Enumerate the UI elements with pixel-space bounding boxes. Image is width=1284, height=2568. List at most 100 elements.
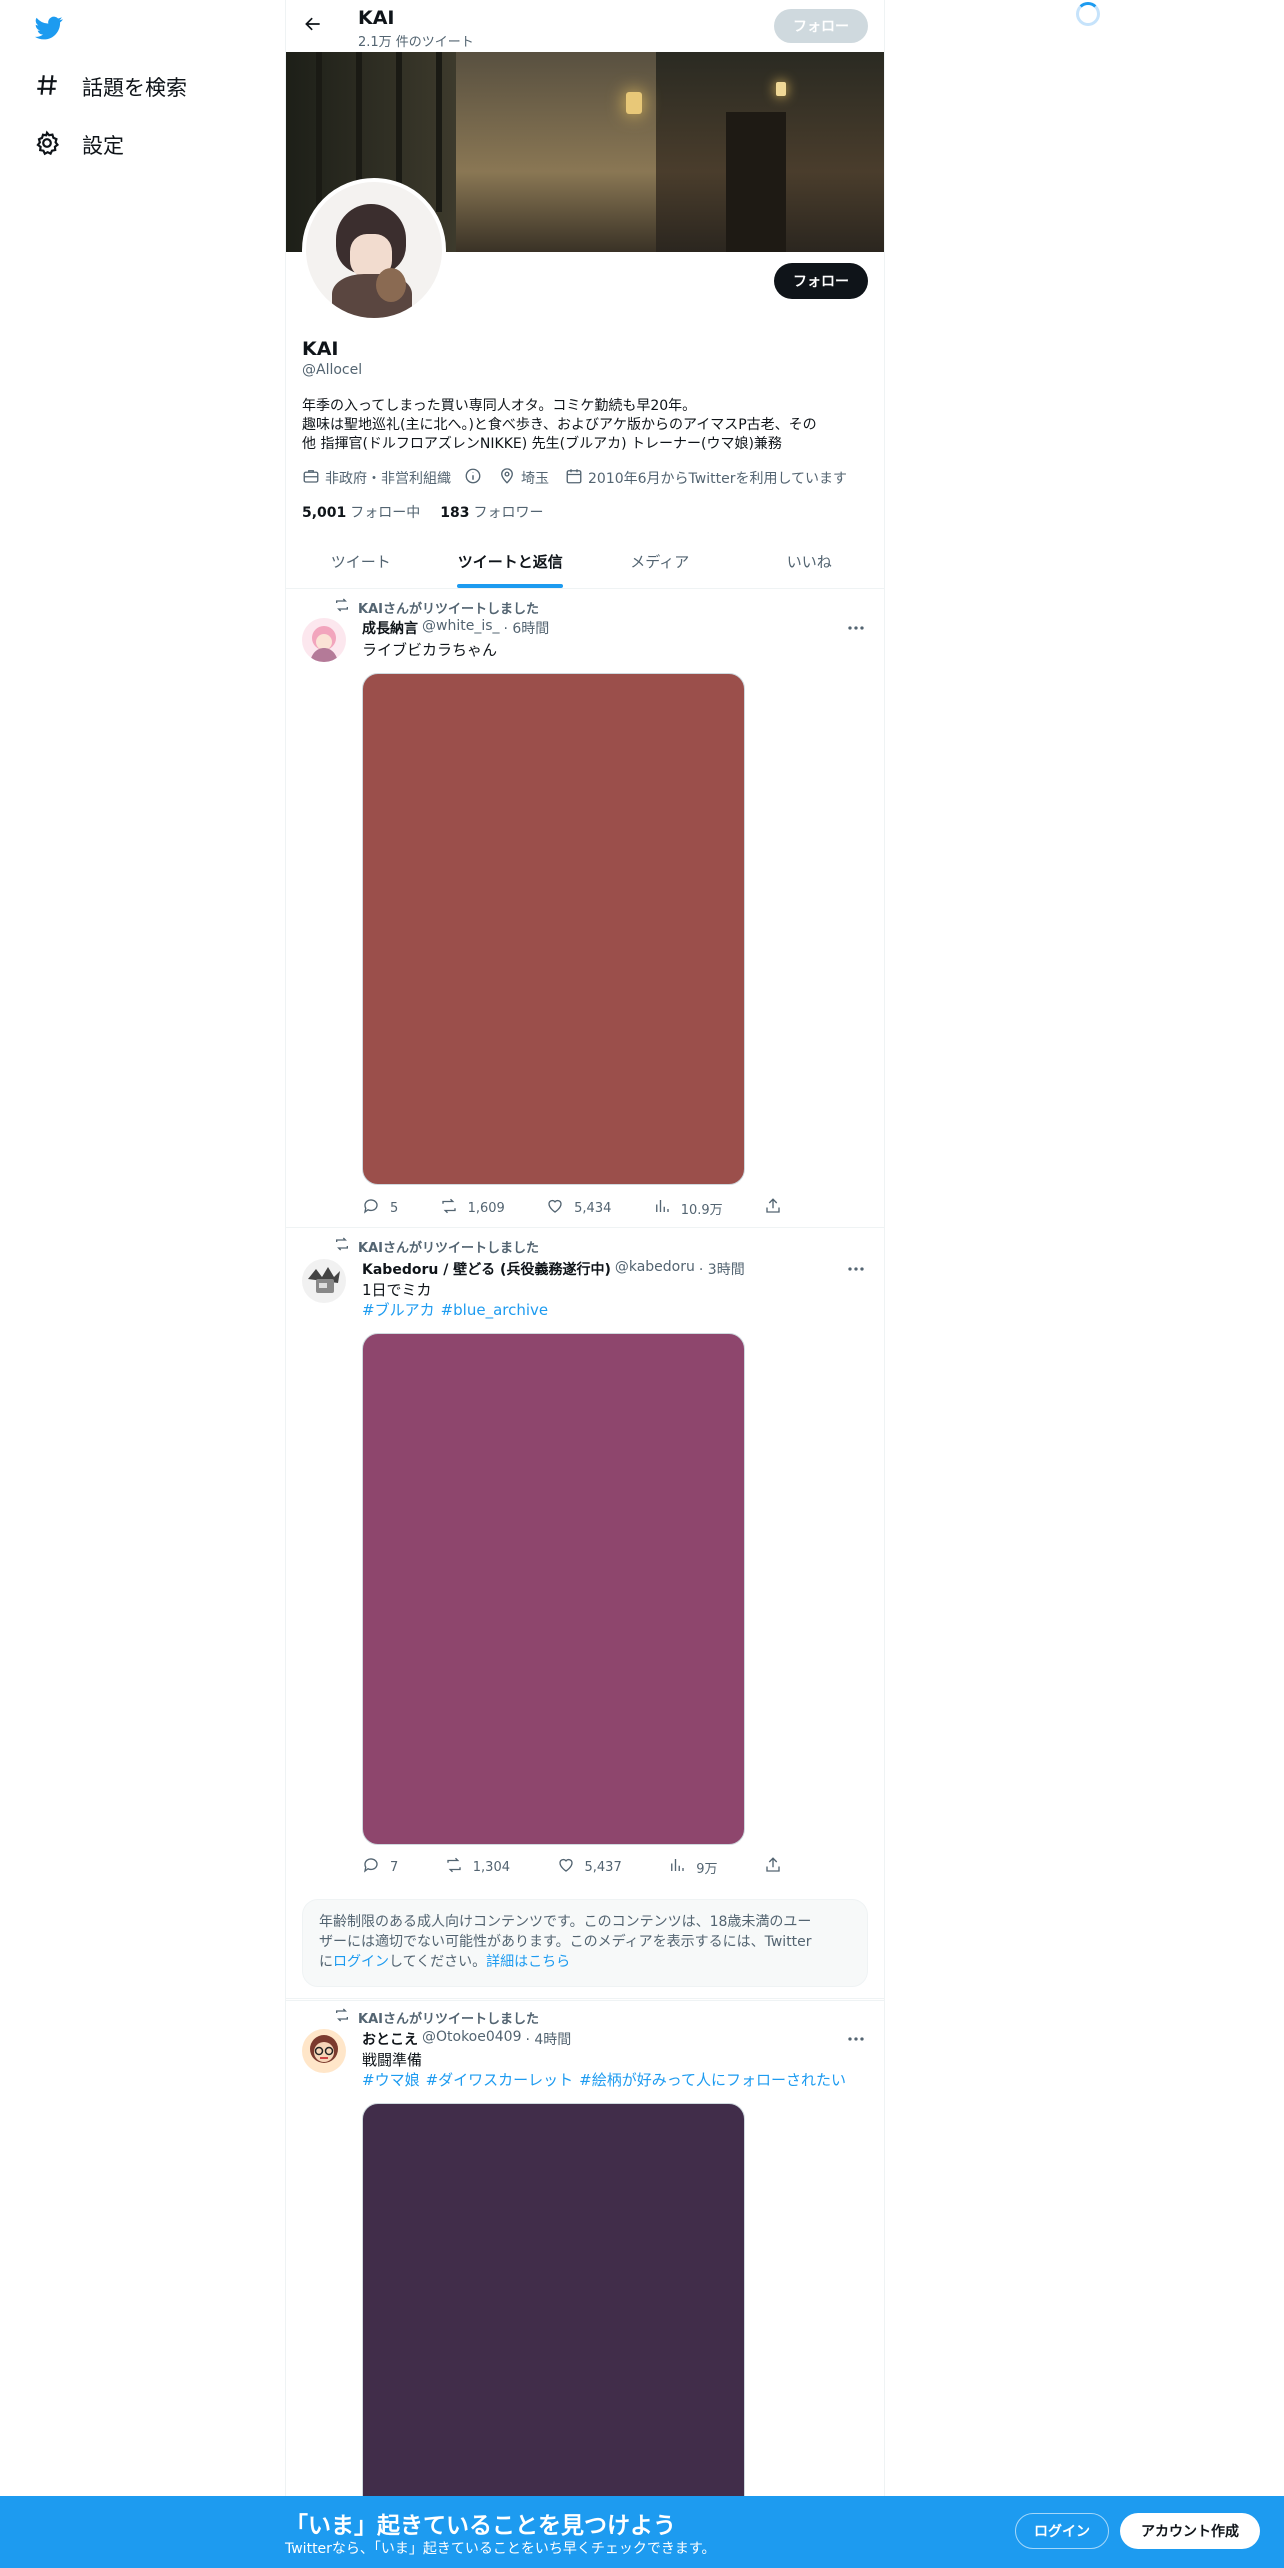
tweet-hashtags: #ブルアカ #blue_archive	[362, 1300, 548, 1320]
location-label: 埼玉	[521, 471, 549, 487]
tweet-media[interactable]	[362, 673, 745, 1185]
info-icon[interactable]	[464, 467, 482, 489]
view-count: 9万	[696, 1861, 718, 1877]
tweet[interactable]: KAIさんがリツイートしました おとこえ @Otokoe0409 · 4時間 戦…	[286, 2000, 884, 2568]
bio-line: 年季の入ってしまった買い専同人オタ。コミケ勤続も早20年。	[302, 398, 697, 414]
views-chart-icon	[668, 1856, 686, 1878]
tweet-author-handle[interactable]: @Otokoe0409	[422, 2029, 522, 2049]
like-button[interactable]: 5,437	[557, 1856, 622, 1878]
follow-button[interactable]: フォロー	[774, 263, 868, 299]
header-tweet-count: 2.1万 件のツイート	[358, 35, 474, 50]
retweet-label: KAIさんがリツイートしました	[358, 601, 539, 617]
more-options-icon[interactable]	[844, 618, 868, 638]
tweet-author-avatar[interactable]	[302, 618, 346, 662]
nav-item-label: 話題を検索	[82, 76, 187, 100]
notice-line: 年齢制限のある成人向けコンテンツです。このコンテンツは、18歳未満のユー	[319, 1914, 812, 1930]
profile-meta: 非政府・非営利組織 埼玉 2010年6月からTwitterを利用しています	[302, 467, 857, 489]
tweet[interactable]: KAIさんがリツイートしました Kabedoru / 壁どる (兵役義務遂行中)…	[286, 1229, 884, 1999]
tweet-author-name[interactable]: おとこえ	[362, 2029, 418, 2049]
view-count: 10.9万	[680, 1202, 723, 1218]
tweet-author-name[interactable]: 成長納言	[362, 618, 418, 638]
share-button[interactable]	[764, 1856, 782, 1878]
signup-prompt-bar: 「いま」起きていることを見つけよう Twitterなら、「いま」起きていることを…	[0, 2496, 1284, 2568]
hashtag-link[interactable]: #ウマ娘	[362, 2070, 420, 2090]
profile-joined: 2010年6月からTwitterを利用しています	[565, 467, 847, 489]
hashtag-link[interactable]: #ブルアカ	[362, 1300, 435, 1320]
tweet-author-avatar[interactable]	[302, 2029, 346, 2073]
tweet-author-name[interactable]: Kabedoru / 壁どる (兵役義務遂行中)	[362, 1259, 611, 1279]
reply-button[interactable]: 5	[362, 1197, 398, 1219]
hashtag-link[interactable]: #絵柄が好みって人にフォローされたい	[579, 2070, 846, 2090]
share-button[interactable]	[764, 1197, 782, 1219]
reply-count: 5	[390, 1200, 399, 1216]
tweet-author-avatar[interactable]	[302, 1259, 346, 1303]
following-stat[interactable]: 5,001 フォロー中	[302, 502, 420, 522]
tab-tweets[interactable]: ツイート	[286, 535, 436, 588]
retweet-button[interactable]: 1,304	[445, 1856, 510, 1878]
followers-stat[interactable]: 183 フォロワー	[440, 502, 543, 522]
nav-item-settings[interactable]: 設定	[34, 125, 124, 165]
heart-icon	[546, 1197, 564, 1219]
left-nav: 話題を検索 設定	[0, 0, 285, 2568]
create-account-button[interactable]: アカウント作成	[1120, 2513, 1260, 2549]
hashtag-link[interactable]: #blue_archive	[441, 1300, 549, 1320]
reply-button[interactable]: 7	[362, 1856, 398, 1878]
bio-line: 他 指揮官(ドルフロアズレンNIKKE) 先生(ブルアカ) トレーナー(ウマ娘)…	[302, 436, 782, 452]
profile-header-bar: KAI 2.1万 件のツイート フォロー	[286, 0, 884, 52]
retweet-label: KAIさんがリツイートしました	[358, 2011, 539, 2027]
reply-icon	[362, 1197, 380, 1219]
tweet[interactable]: KAIさんがリツイートしました 成長納言 @white_is_ · 6時間 ライ…	[286, 590, 884, 1228]
profile-avatar[interactable]	[302, 178, 446, 322]
retweet-button[interactable]: 1,609	[440, 1197, 505, 1219]
profile-location: 埼玉	[498, 467, 549, 489]
retweet-count: 1,609	[467, 1200, 505, 1216]
notice-line: ザーには適切でない可能性があります。このメディアを表示するには、Twitter	[319, 1934, 812, 1950]
signup-prompt-title: 「いま」起きていることを見つけよう	[285, 2513, 676, 2539]
profile-category: 非政府・非営利組織	[302, 467, 482, 489]
share-icon	[764, 1856, 782, 1878]
tweet-author-handle[interactable]: @white_is_	[422, 618, 500, 638]
reply-icon	[362, 1856, 380, 1878]
profile-column: KAI 2.1万 件のツイート フォロー フォロー KAI @Allocel 年…	[285, 0, 885, 2568]
nav-item-label: 設定	[82, 134, 124, 158]
arrow-left-icon	[303, 14, 323, 38]
tweet-hashtags: #ウマ娘 #ダイワスカーレット #絵柄が好みって人にフォローされたい	[362, 2070, 846, 2090]
loading-spinner-icon	[1076, 2, 1100, 26]
tweet-time[interactable]: · 4時間	[526, 2029, 572, 2049]
tab-likes[interactable]: いいね	[735, 535, 885, 588]
retweet-count: 1,304	[472, 1859, 510, 1875]
login-link[interactable]: ログイン	[333, 1954, 389, 1970]
tweet-header: 成長納言 @white_is_ · 6時間	[362, 618, 549, 638]
retweet-icon	[334, 2007, 350, 2027]
views-button[interactable]: 9万	[668, 1856, 718, 1878]
tweet-header: おとこえ @Otokoe0409 · 4時間	[362, 2029, 571, 2049]
tab-media[interactable]: メディア	[585, 535, 735, 588]
login-button[interactable]: ログイン	[1015, 2513, 1109, 2549]
retweet-icon	[334, 597, 350, 617]
retweet-indicator: KAIさんがリツイートしました	[334, 1236, 539, 1256]
retweet-indicator: KAIさんがリツイートしました	[334, 597, 539, 617]
tweet-actions: 5 1,609 5,434 10.9万	[362, 1197, 782, 1219]
twitter-bird-icon[interactable]	[33, 14, 65, 42]
profile-bio: 年季の入ってしまった買い専同人オタ。コミケ勤続も早20年。 趣味は聖地巡礼(主に…	[302, 397, 872, 454]
reply-count: 7	[390, 1859, 399, 1875]
profile-name: KAI	[302, 338, 339, 360]
notice-line: にログインしてください。詳細はこちら	[319, 1954, 571, 1970]
tweet-author-handle[interactable]: @kabedoru	[615, 1259, 695, 1279]
location-pin-icon	[498, 467, 516, 489]
header-profile-name: KAI	[358, 7, 395, 29]
tweet-time[interactable]: · 3時間	[699, 1259, 745, 1279]
tweet-time[interactable]: · 6時間	[504, 618, 550, 638]
hashtag-link[interactable]: #ダイワスカーレット	[426, 2070, 574, 2090]
more-options-icon[interactable]	[844, 2029, 868, 2049]
views-button[interactable]: 10.9万	[653, 1197, 723, 1219]
details-link[interactable]: 詳細はこちら	[486, 1954, 570, 1970]
back-button[interactable]	[296, 9, 330, 43]
header-follow-button[interactable]: フォロー	[774, 9, 868, 43]
tweet-media[interactable]	[362, 1333, 745, 1845]
retweet-indicator: KAIさんがリツイートしました	[334, 2007, 539, 2027]
more-options-icon[interactable]	[844, 1259, 868, 1279]
nav-item-explore[interactable]: 話題を検索	[34, 67, 187, 107]
like-button[interactable]: 5,434	[546, 1197, 611, 1219]
tab-tweets-and-replies[interactable]: ツイートと返信	[436, 535, 586, 588]
